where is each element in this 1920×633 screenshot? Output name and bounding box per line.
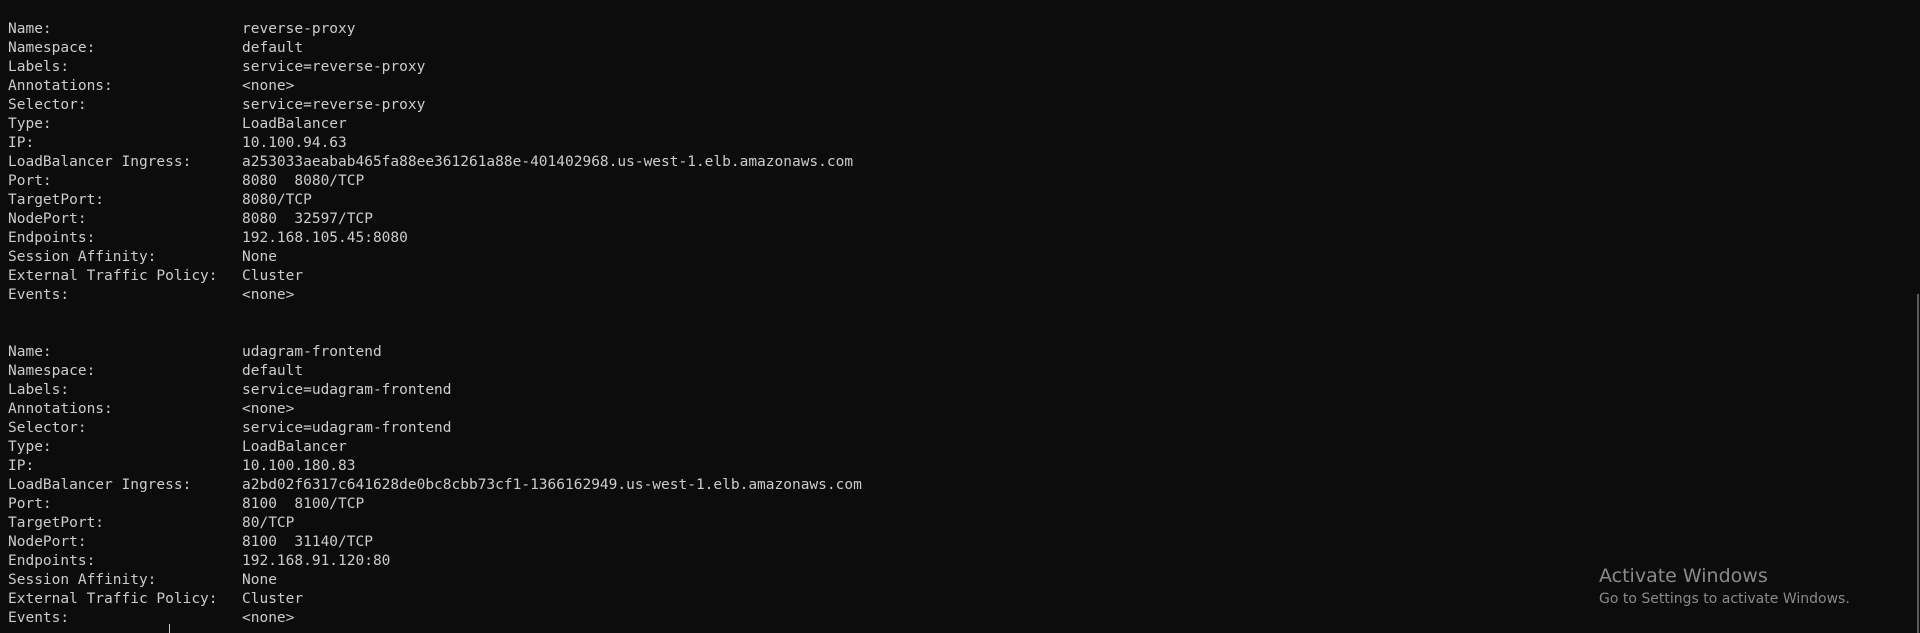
field-row-type: Type: LoadBalancer [8,115,853,134]
field-value: 80/TCP [242,515,295,531]
field-key: Annotations: [8,78,113,94]
field-row-endpoints: Endpoints: 192.168.91.120:80 [8,552,862,571]
field-value: LoadBalancer [242,116,347,132]
field-value: 8100 8100/TCP [242,496,365,512]
field-row-annotations: Annotations: <none> [8,77,853,96]
field-value: Cluster [242,268,304,284]
field-value: <none> [242,610,295,626]
field-row-events: Events: <none> [8,609,862,628]
watermark-subtitle: Go to Settings to activate Windows. [1599,591,1850,607]
field-key: LoadBalancer Ingress: [8,154,192,170]
field-value: 8080 32597/TCP [242,211,373,227]
scrollbar[interactable] [1916,0,1920,633]
field-row-labels: Labels: service=reverse-proxy [8,58,853,77]
watermark-title: Activate Windows [1599,565,1768,587]
field-value: LoadBalancer [242,439,347,455]
field-key: IP: [8,458,35,474]
field-value: <none> [242,401,295,417]
field-row-namespace: Namespace: default [8,362,862,381]
field-row-selector: Selector: service=reverse-proxy [8,96,853,115]
field-key: Namespace: [8,40,96,56]
field-value: 192.168.105.45:8080 [242,230,408,246]
field-row-namespace: Namespace: default [8,39,853,58]
field-key: Port: [8,496,52,512]
field-row-external-traffic-policy: External Traffic Policy: Cluster [8,590,862,609]
field-key: Session Affinity: [8,572,157,588]
field-value: Cluster [242,591,304,607]
field-key: Labels: [8,382,70,398]
activate-windows-watermark: Activate Windows Go to Settings to activ… [1599,563,1850,609]
field-value: <none> [242,287,295,303]
field-value: service=udagram-frontend [242,420,452,436]
field-key: Namespace: [8,363,96,379]
field-row-targetport: TargetPort: 8080/TCP [8,191,853,210]
field-row-port: Port: 8100 8100/TCP [8,495,862,514]
field-value: None [242,572,277,588]
field-key: Selector: [8,97,87,113]
field-value: 8080 8080/TCP [242,173,365,189]
field-value: None [242,249,277,265]
field-row-targetport: TargetPort: 80/TCP [8,514,862,533]
field-key: Endpoints: [8,230,96,246]
field-value: 10.100.94.63 [242,135,347,151]
field-value: default [242,363,304,379]
field-value: service=reverse-proxy [242,59,426,75]
field-key: Labels: [8,59,70,75]
field-key: TargetPort: [8,192,105,208]
terminal-window[interactable]: Name: reverse-proxy Namespace: default Lab… [0,0,1920,633]
field-row-type: Type: LoadBalancer [8,438,862,457]
field-key: Name: [8,344,52,360]
field-value: service=reverse-proxy [242,97,426,113]
field-value: 10.100.180.83 [242,458,356,474]
field-key: External Traffic Policy: [8,591,218,607]
field-row-events: Events: <none> [8,286,853,305]
field-row-port: Port: 8080 8080/TCP [8,172,853,191]
field-key: Port: [8,173,52,189]
field-key: Events: [8,610,70,626]
field-row-ip: IP: 10.100.180.83 [8,457,862,476]
field-value: <none> [242,78,295,94]
field-key: TargetPort: [8,515,105,531]
field-key: Type: [8,439,52,455]
field-value: 8100 31140/TCP [242,534,373,550]
field-row-session-affinity: Session Affinity: None [8,571,862,590]
field-key: Name: [8,21,52,37]
field-key: Selector: [8,420,87,436]
field-value: udagram-frontend [242,344,382,360]
field-row-session-affinity: Session Affinity: None [8,248,853,267]
field-key: Session Affinity: [8,249,157,265]
field-row-labels: Labels: service=udagram-frontend [8,381,862,400]
field-key: LoadBalancer Ingress: [8,477,192,493]
field-key: IP: [8,135,35,151]
field-row-nodeport: NodePort: 8080 32597/TCP [8,210,853,229]
field-row-name: Name: udagram-frontend [8,343,862,362]
field-key: External Traffic Policy: [8,268,218,284]
field-value: 8080/TCP [242,192,312,208]
field-value: default [242,40,304,56]
text-cursor [169,624,170,633]
field-value: 192.168.91.120:80 [242,553,391,569]
field-value: a253033aeabab465fa88ee361261a88e-4014029… [242,154,854,170]
field-value: a2bd02f6317c641628de0bc8cbb73cf1-1366162… [242,477,862,493]
field-row-endpoints: Endpoints: 192.168.105.45:8080 [8,229,853,248]
field-key: Annotations: [8,401,113,417]
field-row-name: Name: reverse-proxy [8,20,853,39]
service-block-reverse-proxy: Name: reverse-proxy Namespace: default Lab… [8,20,853,305]
field-key: NodePort: [8,534,87,550]
field-row-loadbalancer-ingress: LoadBalancer Ingress: a253033aeabab465fa8… [8,153,853,172]
field-value: reverse-proxy [242,21,356,37]
field-value: service=udagram-frontend [242,382,452,398]
field-row-loadbalancer-ingress: LoadBalancer Ingress: a2bd02f6317c641628d… [8,476,862,495]
field-key: Type: [8,116,52,132]
service-block-udagram-frontend: Name: udagram-frontend Namespace: default … [8,343,862,628]
field-key: Events: [8,287,70,303]
field-key: NodePort: [8,211,87,227]
field-row-ip: IP: 10.100.94.63 [8,134,853,153]
scrollbar-thumb[interactable] [1917,294,1919,633]
field-row-selector: Selector: service=udagram-frontend [8,419,862,438]
field-row-annotations: Annotations: <none> [8,400,862,419]
field-row-external-traffic-policy: External Traffic Policy: Cluster [8,267,853,286]
field-row-nodeport: NodePort: 8100 31140/TCP [8,533,862,552]
field-key: Endpoints: [8,553,96,569]
